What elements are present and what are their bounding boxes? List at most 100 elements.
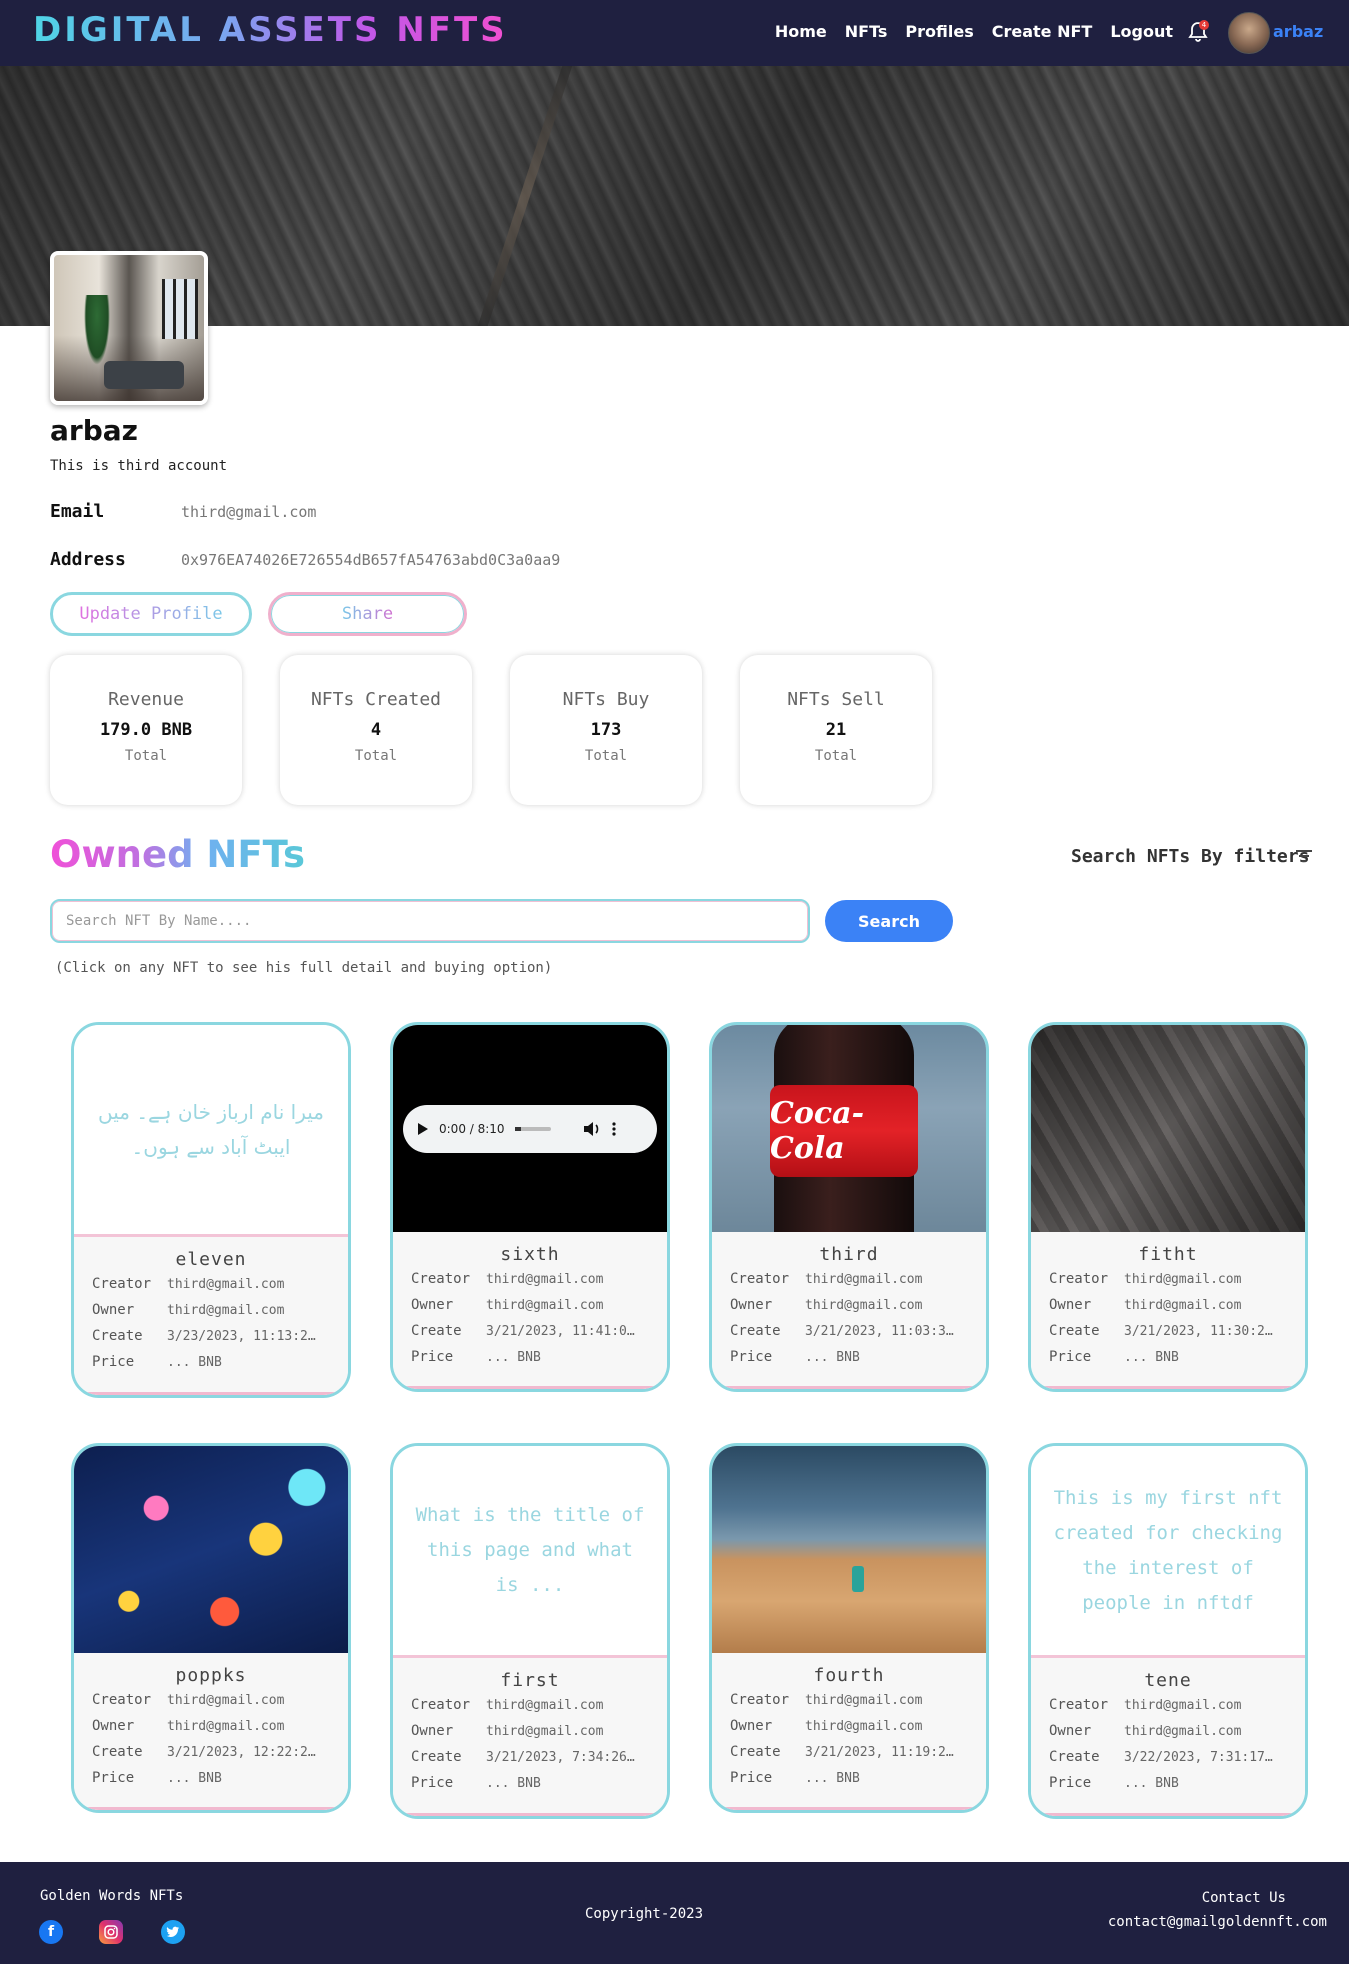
avatar[interactable]	[1228, 12, 1270, 54]
stat-foot: Total	[124, 748, 168, 764]
facebook-icon[interactable]: f	[39, 1920, 63, 1944]
card-price: ... BNB	[167, 1770, 222, 1786]
card-image	[712, 1446, 986, 1653]
card-creator-label: Creator	[1049, 1271, 1109, 1287]
card-name: sixth	[500, 1244, 560, 1265]
audio-player[interactable]: 0:00 / 8:10	[403, 1105, 657, 1153]
card-owner: third@gmail.com	[1124, 1297, 1242, 1313]
update-profile-button[interactable]: Update Profile	[50, 592, 252, 636]
card-owner: third@gmail.com	[167, 1302, 285, 1318]
email-label: Email	[50, 501, 105, 522]
stat-label: NFTs Created	[310, 689, 442, 710]
filter-icon[interactable]	[1295, 848, 1313, 864]
search-hint: (Click on any NFT to see his full detail…	[55, 960, 553, 976]
stat-value: 179.0 BNB	[99, 720, 193, 740]
card-creator: third@gmail.com	[486, 1697, 604, 1713]
play-icon[interactable]	[417, 1122, 429, 1136]
profile-name: arbaz	[50, 414, 138, 447]
nft-card-eleven[interactable]: میرا نام ارباز خان ہے۔ میں ایبٹ آباد سے …	[71, 1022, 351, 1398]
card-owner: third@gmail.com	[486, 1723, 604, 1739]
card-image	[1031, 1025, 1305, 1232]
nav-link-create-nft[interactable]: Create NFT	[992, 22, 1093, 41]
nft-card-first[interactable]: What is the title of this page and what …	[390, 1443, 670, 1819]
card-name: third	[819, 1244, 879, 1265]
card-price: ... BNB	[486, 1349, 541, 1365]
card-owner-label: Owner	[411, 1723, 454, 1739]
nft-card-sixth[interactable]: 0:00 / 8:10 sixth Creator third@gmail.com…	[390, 1022, 670, 1392]
stat-value: 4	[370, 720, 382, 740]
card-owner-label: Owner	[92, 1718, 135, 1734]
card-price-label: Price	[411, 1775, 454, 1791]
stat-label: Revenue	[108, 689, 184, 710]
card-create-label: Create	[92, 1328, 143, 1344]
card-price-label: Price	[730, 1349, 773, 1365]
stat-label: NFTs Sell	[787, 689, 885, 710]
footer: Golden Words NFTs f Copyright-2023 Conta…	[0, 1862, 1349, 1964]
footer-copyright: Copyright-2023	[585, 1906, 704, 1922]
card-owner: third@gmail.com	[805, 1297, 923, 1313]
card-owner-label: Owner	[92, 1302, 135, 1318]
instagram-icon[interactable]	[99, 1920, 123, 1944]
card-creator-label: Creator	[1049, 1697, 1109, 1713]
card-price-label: Price	[92, 1770, 135, 1786]
stat-card-nfts-sell: NFTs Sell 21 Total	[740, 655, 932, 805]
nft-card-fourth[interactable]: fourth Creator third@gmail.com Owner third…	[709, 1443, 989, 1813]
card-price-label: Price	[1049, 1775, 1092, 1791]
audio-time: 0:00 / 8:10	[439, 1122, 505, 1136]
twitter-icon[interactable]	[161, 1920, 185, 1944]
notification-badge: 4	[1199, 20, 1209, 30]
card-name: tene	[1144, 1670, 1192, 1691]
stat-value: 173	[590, 720, 622, 740]
volume-icon[interactable]	[583, 1121, 601, 1137]
more-options-icon[interactable]	[611, 1121, 617, 1137]
card-create-date: 3/22/2023, 7:31:17…	[1124, 1749, 1273, 1765]
nav-link-nfts[interactable]: NFTs	[845, 22, 888, 41]
filter-toggle[interactable]: Search NFTs By filters	[1071, 846, 1309, 867]
nft-card-tene[interactable]: This is my first nft created for checkin…	[1028, 1443, 1308, 1819]
card-create-date: 3/21/2023, 7:34:26…	[486, 1749, 635, 1765]
update-profile-label: Update Profile	[79, 604, 223, 624]
owned-nfts-title: Owned NFTs	[50, 833, 306, 876]
card-price-label: Price	[1049, 1349, 1092, 1365]
audio-progress[interactable]	[514, 1127, 551, 1131]
card-owner: third@gmail.com	[1124, 1723, 1242, 1739]
card-creator: third@gmail.com	[1124, 1271, 1242, 1287]
card-owner: third@gmail.com	[167, 1718, 285, 1734]
footer-contact-email[interactable]: contact@gmailgoldennft.com	[1108, 1914, 1327, 1930]
stat-card-nfts-created: NFTs Created 4 Total	[280, 655, 472, 805]
card-creator-label: Creator	[92, 1692, 152, 1708]
card-creator: third@gmail.com	[805, 1271, 923, 1287]
card-owner-label: Owner	[730, 1297, 773, 1313]
stat-foot: Total	[354, 748, 398, 764]
card-image	[74, 1446, 348, 1653]
card-creator-label: Creator	[730, 1692, 790, 1708]
stat-label: NFTs Buy	[562, 689, 650, 710]
share-button[interactable]: Share	[268, 592, 467, 636]
card-owner: third@gmail.com	[486, 1297, 604, 1313]
card-name: fitht	[1138, 1244, 1198, 1265]
stat-card-revenue: Revenue 179.0 BNB Total	[50, 655, 242, 805]
search-button[interactable]: Search	[825, 900, 953, 942]
nav-link-logout[interactable]: Logout	[1110, 22, 1173, 41]
nft-card-fitht[interactable]: fitht Creator third@gmail.com Owner third@…	[1028, 1022, 1308, 1392]
brand-logo[interactable]: DIGITAL ASSETS NFTS	[33, 10, 508, 50]
stat-foot: Total	[814, 748, 858, 764]
nav-link-profiles[interactable]: Profiles	[905, 22, 973, 41]
nav-username[interactable]: arbaz	[1273, 22, 1323, 41]
address-label: Address	[50, 549, 126, 570]
nft-card-third[interactable]: Coca-Cola third Creator third@gmail.com O…	[709, 1022, 989, 1392]
card-price: ... BNB	[1124, 1349, 1179, 1365]
stat-foot: Total	[584, 748, 628, 764]
card-owner-label: Owner	[411, 1297, 454, 1313]
card-create-label: Create	[730, 1744, 781, 1760]
card-name: poppks	[175, 1665, 247, 1686]
nft-search-input[interactable]	[50, 899, 810, 943]
share-label: Share	[341, 604, 394, 624]
nav-link-home[interactable]: Home	[775, 22, 827, 41]
card-media-audio: 0:00 / 8:10	[393, 1025, 667, 1232]
card-creator: third@gmail.com	[1124, 1697, 1242, 1713]
nft-card-poppks[interactable]: poppks Creator third@gmail.com Owner third…	[71, 1443, 351, 1813]
card-create-label: Create	[92, 1744, 143, 1760]
card-name: first	[500, 1670, 560, 1691]
email-value: third@gmail.com	[181, 503, 317, 521]
